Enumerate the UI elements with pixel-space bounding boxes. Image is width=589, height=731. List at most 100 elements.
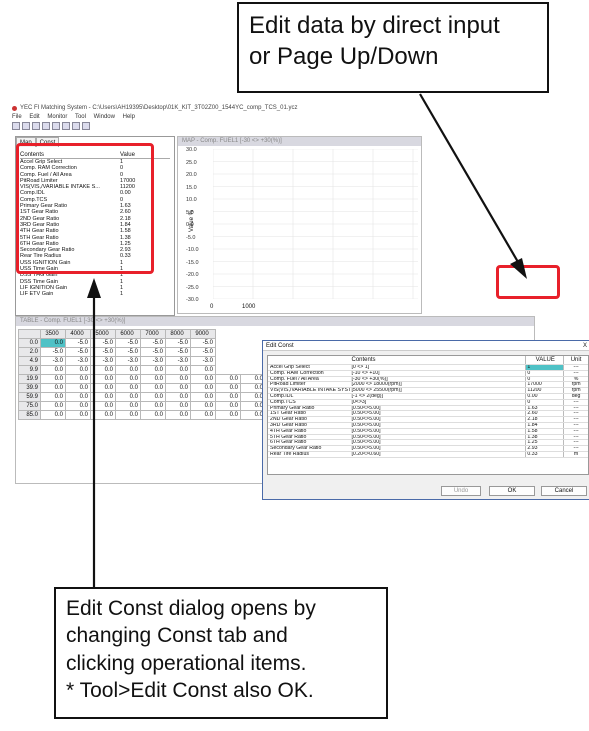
table-cell[interactable]: -5.0 xyxy=(165,347,191,357)
row-header[interactable]: 2.0 xyxy=(18,347,41,357)
const-value-input[interactable]: 17000 xyxy=(525,382,563,388)
table-cell[interactable]: -5.0 xyxy=(165,338,191,348)
const-value-input[interactable]: 1 xyxy=(525,365,564,370)
table-cell[interactable]: -5.0 xyxy=(190,347,216,357)
table-cell[interactable]: 0.0 xyxy=(215,383,241,393)
table-cell[interactable]: 0.0 xyxy=(190,365,216,375)
close-icon[interactable]: X xyxy=(583,341,587,351)
const-value-input[interactable]: 2.60 xyxy=(525,411,563,417)
row-header[interactable]: 9.9 xyxy=(18,365,41,375)
const-value-input[interactable]: 2.18 xyxy=(525,417,563,422)
const-value-input[interactable]: 1.84 xyxy=(525,422,563,428)
table-cell[interactable]: 0.0 xyxy=(115,392,141,402)
table-cell[interactable]: -3.0 xyxy=(90,356,116,366)
row-header[interactable]: 85.0 xyxy=(18,410,41,420)
table-cell[interactable]: 0.0 xyxy=(65,410,91,420)
table-cell[interactable]: 0.0 xyxy=(190,392,216,402)
graph-icon[interactable] xyxy=(72,122,80,130)
table-cell[interactable]: 0.0 xyxy=(115,383,141,393)
table-cell[interactable]: 0.0 xyxy=(90,392,116,402)
table-cell[interactable]: 0.0 xyxy=(140,392,166,402)
table-cell[interactable]: 0.0 xyxy=(65,401,91,411)
table-cell[interactable]: 0.0 xyxy=(215,410,241,420)
table-cell[interactable]: 0.0 xyxy=(65,374,91,384)
table-cell[interactable]: -5.0 xyxy=(115,347,141,357)
table-cell[interactable]: -3.0 xyxy=(40,356,66,366)
ok-button[interactable]: OK xyxy=(489,486,535,496)
table-cell[interactable]: 0.0 xyxy=(90,365,116,375)
table-cell[interactable]: 0.0 xyxy=(65,365,91,375)
const-value-input[interactable]: 0 xyxy=(525,399,563,405)
table-cell[interactable]: 0.0 xyxy=(40,383,66,393)
table-cell[interactable]: -3.0 xyxy=(165,356,191,366)
table-cell[interactable]: 0.0 xyxy=(65,383,91,393)
table-cell[interactable]: 0.0 xyxy=(115,365,141,375)
const-value-input[interactable]: 2.93 xyxy=(525,446,563,451)
const-value-input[interactable]: 1.38 xyxy=(525,434,563,440)
const-value-input[interactable]: 0 xyxy=(525,376,563,382)
copy-icon[interactable] xyxy=(32,122,40,130)
table-cell[interactable]: 0.0 xyxy=(165,401,191,411)
table-cell[interactable]: 0.0 xyxy=(40,410,66,420)
column-header[interactable]: 7000 xyxy=(140,329,166,339)
const-value-input[interactable]: 11200 xyxy=(525,388,563,393)
table-cell[interactable]: 0.0 xyxy=(215,374,241,384)
const-value-input[interactable]: 1.63 xyxy=(525,405,563,411)
menu-file[interactable]: File xyxy=(12,114,22,120)
table-cell[interactable]: -5.0 xyxy=(90,347,116,357)
column-header[interactable]: 4000 xyxy=(65,329,91,339)
paste-icon[interactable] xyxy=(42,122,50,130)
table-cell[interactable]: 0.0 xyxy=(140,410,166,420)
table-cell[interactable]: 0.0 xyxy=(90,374,116,384)
column-header[interactable]: 6000 xyxy=(115,329,141,339)
table-cell[interactable]: 0.0 xyxy=(215,392,241,402)
table-cell[interactable]: 0.0 xyxy=(190,401,216,411)
table-cell[interactable]: 0.0 xyxy=(140,374,166,384)
table-cell[interactable]: 0.0 xyxy=(115,374,141,384)
table-cell[interactable]: 0.0 xyxy=(190,374,216,384)
column-header[interactable]: 8000 xyxy=(165,329,191,339)
table-cell[interactable]: 0.0 xyxy=(115,410,141,420)
open-icon[interactable] xyxy=(12,122,20,130)
table-cell[interactable]: -5.0 xyxy=(40,347,66,357)
column-header[interactable]: 9000 xyxy=(190,329,216,339)
save-icon[interactable] xyxy=(22,122,30,130)
table-cell[interactable]: -3.0 xyxy=(190,356,216,366)
table-cell[interactable]: 0.0 xyxy=(140,365,166,375)
row-header[interactable]: 4.9 xyxy=(18,356,41,366)
row-header[interactable]: 59.9 xyxy=(18,392,41,402)
table-cell[interactable]: 0.0 xyxy=(90,401,116,411)
table-cell[interactable]: -5.0 xyxy=(190,338,216,348)
row-header[interactable]: 19.9 xyxy=(18,374,41,384)
table-cell[interactable]: 0.0 xyxy=(165,410,191,420)
column-header[interactable]: 3500 xyxy=(40,329,66,339)
const-value-input[interactable]: 0 xyxy=(525,370,563,376)
table-cell[interactable]: 0.0 xyxy=(165,383,191,393)
menu-help[interactable]: Help xyxy=(123,114,135,120)
table-cell[interactable]: 0.0 xyxy=(215,401,241,411)
table-cell[interactable]: 0.0 xyxy=(40,338,66,348)
undo-button[interactable]: Undo xyxy=(441,486,481,496)
grid-icon[interactable] xyxy=(82,122,90,130)
table-cell[interactable]: 0.0 xyxy=(90,410,116,420)
table-cell[interactable]: -3.0 xyxy=(65,356,91,366)
undo-icon[interactable] xyxy=(52,122,60,130)
table-cell[interactable]: 0.0 xyxy=(165,365,191,375)
const-value-input[interactable]: 0.00 xyxy=(525,393,563,399)
table-cell[interactable]: 0.0 xyxy=(40,392,66,402)
table-cell[interactable]: 0.0 xyxy=(165,374,191,384)
table-cell[interactable]: 0.0 xyxy=(165,392,191,402)
table-cell[interactable]: -5.0 xyxy=(65,347,91,357)
table-cell[interactable]: 0.0 xyxy=(190,410,216,420)
const-row[interactable]: Rear Tire Radius [0.20<>0.60] 0.33 m xyxy=(268,451,588,458)
table-cell[interactable]: 0.0 xyxy=(140,383,166,393)
table-cell[interactable]: -5.0 xyxy=(140,347,166,357)
table-cell[interactable]: 0.0 xyxy=(40,374,66,384)
table-cell[interactable]: 0.0 xyxy=(65,392,91,402)
menu-tool[interactable]: Tool xyxy=(75,114,86,120)
row-header[interactable]: 39.9 xyxy=(18,383,41,393)
table-cell[interactable]: -5.0 xyxy=(115,338,141,348)
table-cell[interactable]: 0.0 xyxy=(190,383,216,393)
table-cell[interactable]: -3.0 xyxy=(140,356,166,366)
column-header[interactable]: 5000 xyxy=(90,329,116,339)
